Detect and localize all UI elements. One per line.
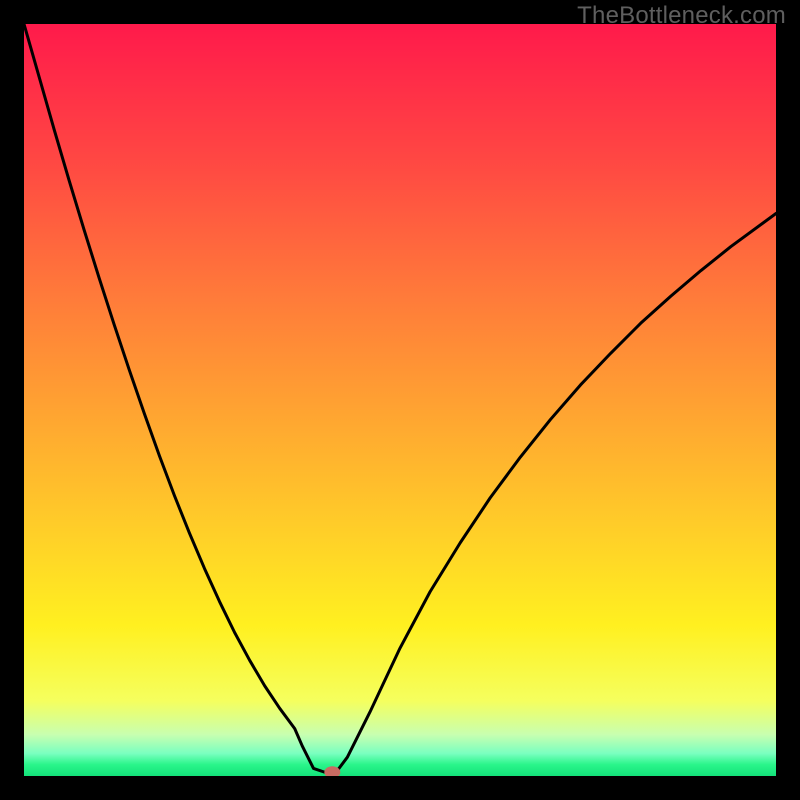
chart-frame: TheBottleneck.com [0, 0, 800, 800]
watermark-text: TheBottleneck.com [577, 2, 786, 30]
plot-area [24, 24, 776, 776]
bottleneck-chart [24, 24, 776, 776]
gradient-background [24, 24, 776, 776]
